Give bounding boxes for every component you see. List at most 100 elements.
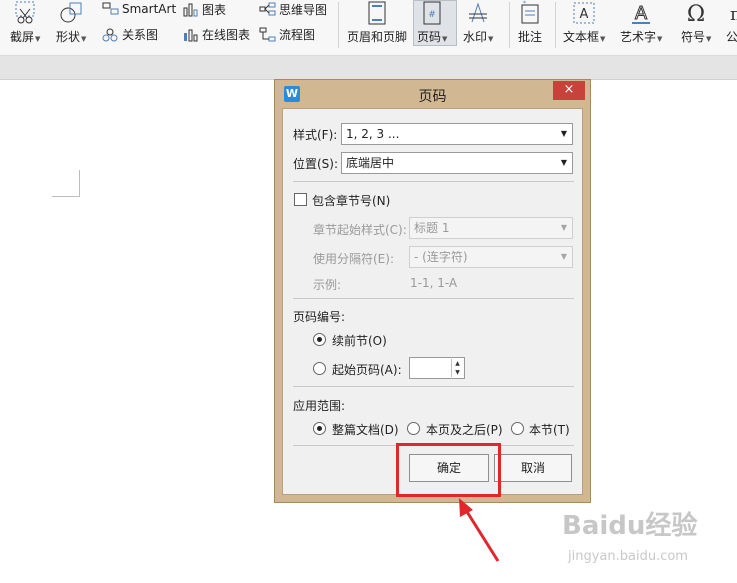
svg-text:π: π: [730, 4, 737, 25]
header-footer-icon: [368, 1, 386, 25]
section-divider: [293, 181, 574, 182]
screenshot-label: 截屏: [10, 30, 35, 44]
separator-label: 使用分隔符(E):: [313, 252, 394, 266]
flowchart-button[interactable]: 流程图: [259, 26, 315, 43]
ribbon-divider: [509, 2, 510, 48]
style-select[interactable]: 1, 2, 3 ... ▼: [341, 123, 573, 145]
symbol-button[interactable]: Ω 符号▼: [681, 0, 711, 45]
section-divider: [293, 386, 574, 387]
shape-label: 形状: [56, 30, 81, 44]
omega-icon: Ω: [687, 2, 705, 26]
chart-label: 图表: [202, 3, 227, 17]
baidu-watermark: Baidu经验: [562, 511, 698, 541]
scope-whole-radio[interactable]: [313, 422, 326, 435]
ribbon-toolbar: 截屏▼ 形状▼ SmartArt 关系图 图表 在线图表 思维导图 流程图 页眉…: [0, 0, 737, 56]
example-label: 示例:: [313, 278, 342, 292]
example-value: 1-1, 1-A: [410, 276, 458, 290]
ribbon-bottom-strip: [0, 56, 737, 80]
dropdown-arrow-icon: ▼: [657, 35, 663, 43]
svg-text:Ω: Ω: [687, 2, 705, 26]
chapter-style-select[interactable]: 标题 1 ▼: [409, 217, 573, 239]
style-select-value: 1, 2, 3 ...: [346, 127, 400, 141]
comment-icon: *: [521, 0, 539, 24]
continue-radio[interactable]: [313, 333, 326, 346]
relation-chart-button[interactable]: 关系图: [102, 26, 158, 43]
ribbon-divider: [338, 2, 339, 48]
smartart-icon: [102, 2, 119, 15]
formula-label: 公: [726, 30, 737, 44]
stepper-down-icon[interactable]: ▼: [452, 368, 463, 377]
textbox-button[interactable]: A 文本框▼: [563, 0, 605, 45]
dialog-title-bar[interactable]: W 页码 ×: [275, 80, 590, 107]
mindmap-button[interactable]: 思维导图: [259, 1, 327, 18]
start-radio[interactable]: [313, 362, 326, 375]
scope-whole-label: 整篇文档(D): [332, 423, 399, 437]
dropdown-caret-icon: ▼: [560, 158, 567, 167]
relation-label: 关系图: [122, 28, 159, 42]
comment-button[interactable]: * 批注: [518, 0, 542, 45]
stepper-up-icon[interactable]: ▲: [452, 359, 463, 368]
header-footer-label: 页眉和页脚: [347, 30, 408, 44]
chapter-style-label: 章节起始样式(C):: [313, 223, 407, 237]
dropdown-arrow-icon: ▼: [488, 35, 494, 43]
dropdown-arrow-icon: ▼: [706, 35, 712, 43]
textbox-icon: A: [573, 2, 595, 24]
page-number-dialog: W 页码 × 样式(F): 1, 2, 3 ... ▼ 位置(S): 底端居中 …: [274, 79, 591, 503]
online-chart-icon: [184, 29, 198, 42]
scope-after-radio[interactable]: [407, 422, 420, 435]
stepper-buttons[interactable]: ▲ ▼: [451, 359, 463, 377]
separator-select[interactable]: - (连字符) ▼: [409, 246, 573, 268]
mindmap-icon: [259, 2, 276, 16]
dropdown-arrow-icon: ▼: [600, 35, 606, 43]
watermark-icon: [469, 2, 488, 23]
formula-icon: π: [730, 4, 737, 25]
continue-label: 续前节(O): [332, 334, 387, 348]
page-margin-marker: [52, 196, 80, 197]
style-label: 样式(F):: [293, 128, 338, 142]
mindmap-label: 思维导图: [279, 3, 328, 17]
dropdown-caret-icon: ▼: [560, 129, 567, 138]
svg-text:*: *: [523, 0, 526, 7]
svg-text:A: A: [635, 3, 648, 24]
flowchart-icon: [259, 27, 276, 42]
wordart-button[interactable]: A 艺术字▼: [620, 0, 662, 45]
online-chart-button[interactable]: 在线图表: [182, 26, 250, 43]
smartart-label: SmartArt: [122, 1, 177, 16]
shape-button[interactable]: 形状▼: [56, 0, 86, 45]
relation-icon: [102, 28, 118, 42]
start-label: 起始页码(A):: [332, 363, 402, 377]
dropdown-arrow-icon: ▼: [35, 35, 41, 43]
smartart-button[interactable]: SmartArt: [102, 1, 176, 16]
header-footer-button[interactable]: 页眉和页脚: [347, 0, 407, 45]
page-number-icon: #: [423, 1, 441, 25]
separator-value: - (连字符): [414, 250, 468, 264]
watermark-button[interactable]: 水印▼: [463, 0, 493, 45]
page-number-button[interactable]: # 页码▼: [417, 0, 447, 45]
page-number-label: 页码: [417, 30, 442, 44]
textbox-label: 文本框: [563, 30, 600, 44]
cancel-button[interactable]: 取消: [494, 454, 572, 482]
online-chart-label: 在线图表: [202, 28, 251, 42]
shape-icon: [60, 2, 82, 23]
watermark-label: 水印: [463, 30, 488, 44]
annotation-highlight-box: [396, 443, 501, 497]
screenshot-button[interactable]: 截屏▼: [10, 0, 40, 45]
chart-button[interactable]: 图表: [182, 1, 226, 18]
flowchart-label: 流程图: [279, 28, 316, 42]
chapter-style-value: 标题 1: [414, 221, 450, 235]
include-chapter-checkbox[interactable]: [294, 193, 307, 206]
position-select[interactable]: 底端居中 ▼: [341, 152, 573, 174]
annotation-arrow-icon: [459, 498, 500, 562]
bar-chart-icon: [183, 3, 198, 17]
symbol-label: 符号: [681, 30, 706, 44]
close-button[interactable]: ×: [553, 81, 585, 100]
scope-section-radio[interactable]: [511, 422, 524, 435]
comment-label: 批注: [518, 30, 543, 44]
scissors-icon: [15, 1, 35, 24]
dropdown-arrow-icon: ▼: [81, 35, 87, 43]
start-number-stepper[interactable]: ▲ ▼: [409, 357, 465, 379]
wordart-label: 艺术字: [620, 30, 657, 44]
scope-section-label: 本节(T): [529, 423, 570, 437]
formula-button[interactable]: π 公: [726, 0, 737, 45]
ribbon-divider: [555, 2, 556, 48]
